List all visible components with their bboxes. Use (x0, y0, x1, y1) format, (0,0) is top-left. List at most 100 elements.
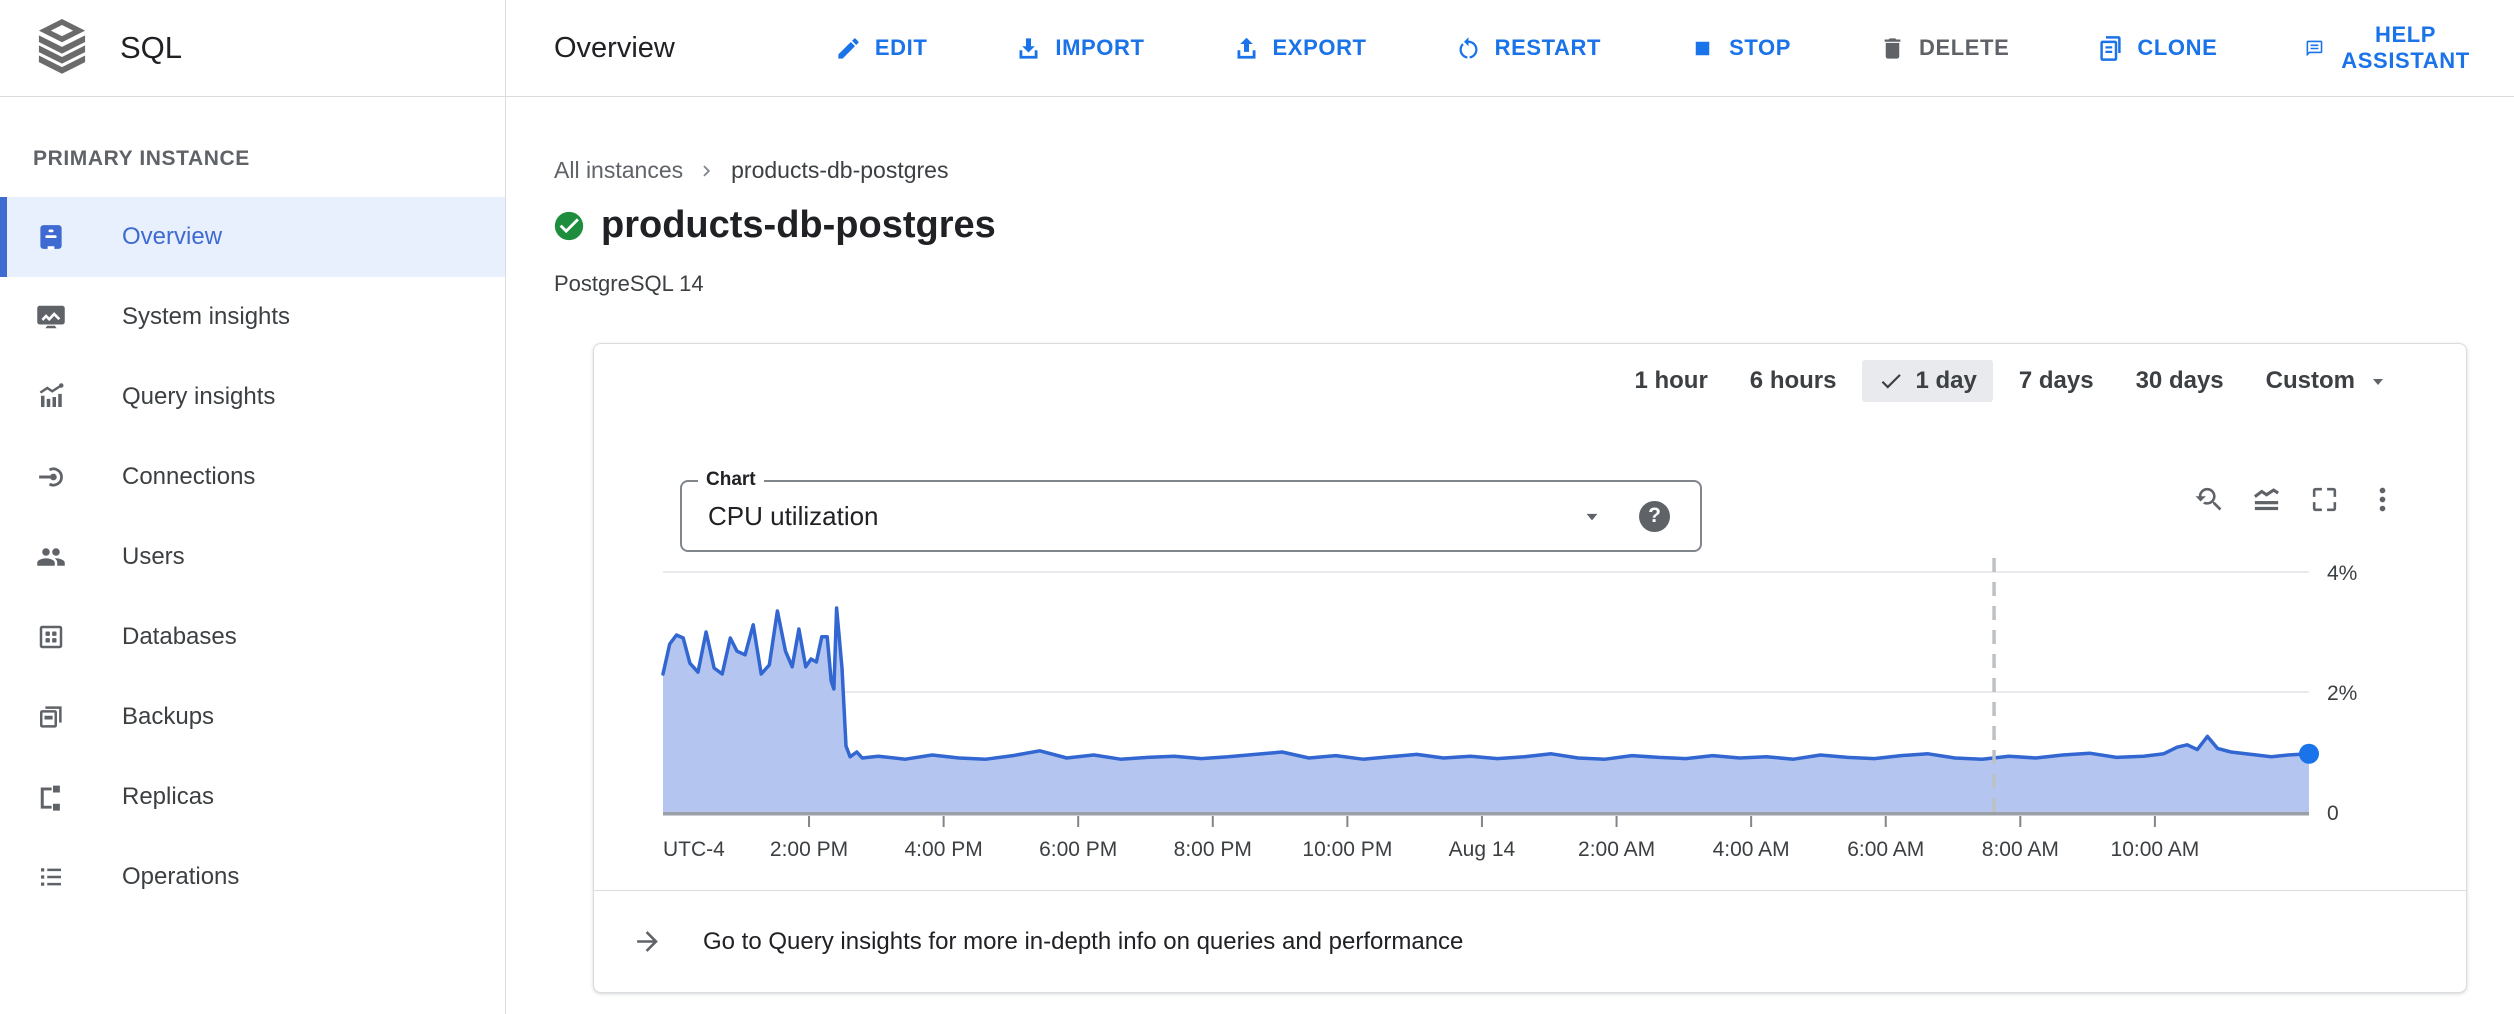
tab-7-days[interactable]: 7 days (2003, 360, 2110, 402)
connections-icon (36, 462, 66, 492)
metrics-card: 1 hour 6 hours 1 day 7 days 30 days Cust… (593, 343, 2467, 993)
instance-title: products-db-postgres (601, 204, 996, 247)
tab-label: 6 hours (1750, 367, 1837, 395)
chart-metric-select[interactable]: Chart CPU utilization ? (680, 480, 1702, 552)
users-icon (36, 542, 66, 572)
tab-label: 1 day (1915, 367, 1976, 395)
page-title: Overview (554, 32, 675, 65)
clone-icon (2097, 35, 2124, 62)
help-assistant-label: HELP ASSISTANT (2337, 22, 2474, 74)
sidebar-item-label: Query insights (122, 383, 275, 411)
sidebar-item-users[interactable]: Users (0, 517, 505, 597)
import-button[interactable]: IMPORT (1015, 35, 1144, 62)
chart-select-row: Chart CPU utilization ? (680, 480, 1702, 552)
chat-icon (2305, 35, 2324, 62)
stop-label: STOP (1729, 35, 1791, 61)
query-insights-link: Go to Query insights for more in-depth i… (703, 928, 1463, 956)
sidebar-item-label: Backups (122, 703, 214, 731)
more-vert-icon[interactable] (2367, 484, 2398, 515)
chart-type-icon[interactable] (2251, 484, 2282, 515)
sidebar-item-query-insights[interactable]: Query insights (0, 357, 505, 437)
chevron-right-icon (696, 160, 718, 182)
svg-text:4:00 PM: 4:00 PM (905, 838, 983, 861)
svg-text:8:00 AM: 8:00 AM (1982, 838, 2059, 861)
instance-action-toolbar: EDIT IMPORT EXPORT RESTART STOP DELETE (835, 22, 2474, 74)
sidebar-item-label: System insights (122, 303, 290, 331)
pencil-icon (835, 35, 862, 62)
sidebar-item-connections[interactable]: Connections (0, 437, 505, 517)
main-content: All instances products-db-postgres produ… (506, 97, 2514, 1014)
sidebar-item-databases[interactable]: Databases (0, 597, 505, 677)
delete-button[interactable]: DELETE (1879, 35, 2009, 62)
cloud-sql-console: SQL Overview EDIT IMPORT EXPORT RESTART (0, 0, 2514, 1014)
tab-6-hours[interactable]: 6 hours (1734, 360, 1853, 402)
edit-button[interactable]: EDIT (835, 35, 928, 62)
svg-text:4%: 4% (2327, 562, 2357, 585)
operations-icon (36, 862, 66, 892)
sidebar-item-operations[interactable]: Operations (0, 837, 505, 917)
sidebar-item-label: Connections (122, 463, 255, 491)
svg-text:4:00 AM: 4:00 AM (1713, 838, 1790, 861)
sidebar-item-system-insights[interactable]: System insights (0, 277, 505, 357)
help-icon[interactable]: ? (1639, 501, 1670, 532)
tab-label: Custom (2266, 367, 2355, 395)
svg-text:0: 0 (2327, 802, 2339, 825)
tab-label: 7 days (2019, 367, 2094, 395)
breadcrumb-all-instances[interactable]: All instances (554, 157, 683, 184)
instance-version: PostgreSQL 14 (554, 271, 2514, 297)
query-insights-link-row[interactable]: Go to Query insights for more in-depth i… (594, 890, 2466, 992)
tab-1-hour[interactable]: 1 hour (1618, 360, 1723, 402)
sidebar-item-replicas[interactable]: Replicas (0, 757, 505, 837)
app-header-left: SQL (0, 0, 506, 97)
svg-text:6:00 AM: 6:00 AM (1847, 838, 1924, 861)
sidebar-item-label: Replicas (122, 783, 214, 811)
app-header-toolbar: Overview EDIT IMPORT EXPORT RESTART STOP (506, 0, 2514, 97)
sidebar-item-label: Operations (122, 863, 239, 891)
clone-label: CLONE (2137, 35, 2217, 61)
restart-label: RESTART (1495, 35, 1601, 61)
delete-label: DELETE (1919, 35, 2009, 61)
tab-1-day[interactable]: 1 day (1862, 360, 1992, 402)
svg-text:6:00 PM: 6:00 PM (1039, 838, 1117, 861)
chevron-down-icon (2366, 369, 2390, 393)
time-range-tabs: 1 hour 6 hours 1 day 7 days 30 days Cust… (1618, 360, 2406, 402)
svg-text:10:00 PM: 10:00 PM (1302, 838, 1392, 861)
svg-text:10:00 AM: 10:00 AM (2111, 838, 2200, 861)
sidebar-item-overview[interactable]: Overview (0, 197, 505, 277)
zoom-reset-icon[interactable] (2193, 484, 2224, 515)
export-icon (1233, 35, 1260, 62)
check-icon (1878, 368, 1904, 394)
stop-icon (1689, 35, 1716, 62)
sidebar-item-backups[interactable]: Backups (0, 677, 505, 757)
edit-label: EDIT (875, 35, 928, 61)
query-insights-icon (36, 382, 66, 412)
tab-custom[interactable]: Custom (2250, 360, 2406, 402)
status-check-icon (552, 209, 586, 243)
sql-logo-icon (36, 19, 88, 77)
sidebar: PRIMARY INSTANCE Overview System insight… (0, 97, 506, 1014)
export-label: EXPORT (1273, 35, 1367, 61)
sidebar-item-label: Databases (122, 623, 237, 651)
cpu-utilization-chart[interactable]: 2:00 PM4:00 PM6:00 PM8:00 PM10:00 PMAug … (594, 552, 2468, 882)
tab-label: 30 days (2136, 367, 2224, 395)
svg-text:8:00 PM: 8:00 PM (1174, 838, 1252, 861)
help-assistant-button[interactable]: HELP ASSISTANT (2305, 22, 2473, 74)
system-insights-icon (36, 302, 66, 332)
instance-title-row: products-db-postgres (552, 204, 2514, 247)
stop-button[interactable]: STOP (1689, 35, 1791, 62)
fullscreen-icon[interactable] (2309, 484, 2340, 515)
restart-button[interactable]: RESTART (1455, 35, 1601, 62)
sidebar-section-label: PRIMARY INSTANCE (0, 147, 505, 171)
export-button[interactable]: EXPORT (1233, 35, 1367, 62)
svg-text:2:00 AM: 2:00 AM (1578, 838, 1655, 861)
breadcrumb-current: products-db-postgres (731, 157, 948, 184)
tab-30-days[interactable]: 30 days (2120, 360, 2240, 402)
tab-label: 1 hour (1634, 367, 1707, 395)
chart-select-value: CPU utilization (708, 501, 1579, 532)
clone-button[interactable]: CLONE (2097, 35, 2217, 62)
arrow-right-icon (632, 926, 663, 957)
trash-icon (1879, 35, 1906, 62)
chevron-down-icon (1579, 503, 1605, 529)
sidebar-item-label: Users (122, 543, 185, 571)
restart-icon (1455, 35, 1482, 62)
